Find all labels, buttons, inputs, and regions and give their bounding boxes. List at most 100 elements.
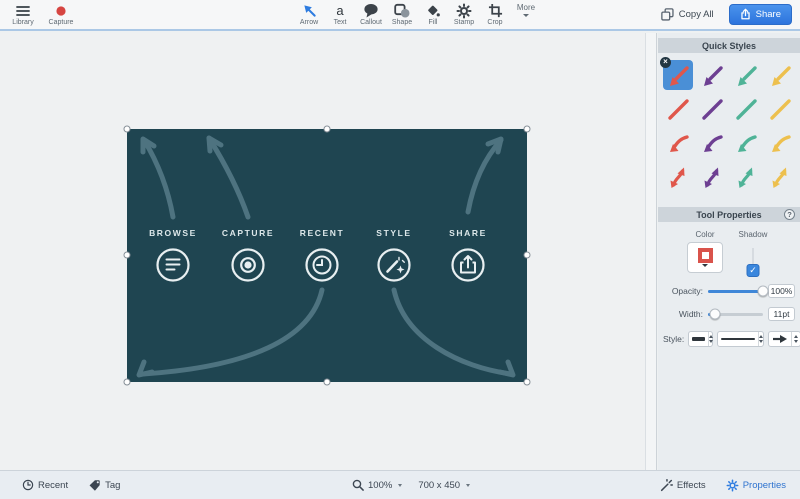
callout-tool-icon xyxy=(363,3,379,18)
capture-button[interactable]: Capture xyxy=(48,3,74,26)
status-bar: Recent Tag 100% 700 x 450 Effects xyxy=(0,470,800,499)
copy-all-button[interactable]: Copy All xyxy=(661,8,714,21)
crop-tool-icon xyxy=(488,3,503,18)
opacity-slider[interactable] xyxy=(708,290,763,293)
recent-button[interactable]: Recent xyxy=(22,479,68,491)
tool-properties-header: Tool Properties ? xyxy=(658,207,800,222)
tag-button[interactable]: Tag xyxy=(88,479,120,492)
library-button[interactable]: Library xyxy=(10,3,36,26)
tool-callout-button[interactable]: Callout xyxy=(358,3,384,26)
selection-handle-n[interactable] xyxy=(324,126,331,133)
properties-button[interactable]: Properties xyxy=(726,479,786,492)
quick-style-red-line[interactable] xyxy=(663,94,693,124)
quick-style-yellow-bent-arrow[interactable] xyxy=(765,128,795,158)
quick-style-red-bent-arrow[interactable] xyxy=(663,128,693,158)
tool-label: Text xyxy=(334,19,347,26)
share-icon xyxy=(740,8,751,20)
share-button[interactable]: Share xyxy=(729,4,792,25)
width-slider[interactable] xyxy=(708,313,763,316)
solid-dash-preview xyxy=(692,337,705,341)
image-label-share: SHARE xyxy=(420,228,516,238)
right-sidebar: Quick Styles × xyxy=(658,33,800,470)
arrow-end-preview xyxy=(772,334,788,344)
shape-tool-icon xyxy=(394,3,410,18)
tool-crop-button[interactable]: Crop xyxy=(482,3,508,26)
quick-style-teal-double-arrow[interactable] xyxy=(731,162,761,192)
tool-label: Shape xyxy=(392,19,412,26)
image-dimensions-control[interactable]: 700 x 450 xyxy=(418,480,470,491)
quick-style-yellow-double-arrow[interactable] xyxy=(765,162,795,192)
remove-style-icon[interactable]: × xyxy=(660,57,671,68)
effects-button[interactable]: Effects xyxy=(660,479,706,492)
shadow-checkbox[interactable]: ✓ xyxy=(747,264,760,277)
quick-style-purple-solid-arrow[interactable] xyxy=(697,60,727,90)
line-dash-style-select[interactable] xyxy=(688,331,713,347)
tool-arrow-button[interactable]: Arrow xyxy=(296,3,322,26)
tool-label: Arrow xyxy=(300,19,318,26)
quick-style-purple-double-arrow[interactable] xyxy=(697,162,727,192)
quick-style-purple-line[interactable] xyxy=(697,94,727,124)
quick-style-yellow-solid-arrow[interactable] xyxy=(765,60,795,90)
line-style-select[interactable] xyxy=(717,331,764,347)
quick-style-purple-bent-arrow[interactable] xyxy=(697,128,727,158)
tool-text-button[interactable]: a Text xyxy=(327,3,353,26)
tool-label: Crop xyxy=(487,19,502,26)
quick-style-teal-solid-arrow[interactable] xyxy=(731,60,761,90)
current-color-square xyxy=(698,248,713,263)
quick-style-red-solid-arrow[interactable]: × xyxy=(663,60,693,90)
share-label: Share xyxy=(756,9,781,20)
captured-image[interactable]: BROWSE CAPTURE RECENT STYLE SHARE xyxy=(127,129,527,382)
opacity-slider-handle[interactable] xyxy=(758,286,769,297)
recent-label: Recent xyxy=(38,480,68,491)
tool-shape-button[interactable]: Shape xyxy=(389,3,415,26)
selection-handle-s[interactable] xyxy=(324,379,331,386)
quick-style-red-double-arrow[interactable] xyxy=(663,162,693,192)
selection-handle-w[interactable] xyxy=(124,252,131,259)
tool-properties-title: Tool Properties xyxy=(696,210,761,220)
gear-icon xyxy=(726,479,739,492)
selection-handle-nw[interactable] xyxy=(124,126,131,133)
shadow-picker-button[interactable]: ✓ xyxy=(735,242,771,273)
quick-style-teal-bent-arrow[interactable] xyxy=(731,128,761,158)
image-artwork xyxy=(127,129,527,382)
more-tools-button[interactable]: More xyxy=(513,3,539,26)
color-label: Color xyxy=(695,230,714,239)
color-swatch-button[interactable] xyxy=(687,242,723,273)
opacity-value-field[interactable]: 100% xyxy=(768,284,795,298)
capture-label: Capture xyxy=(49,19,74,26)
canvas-scrollbar[interactable] xyxy=(645,33,657,470)
library-label: Library xyxy=(12,19,33,26)
quick-style-yellow-line[interactable] xyxy=(765,94,795,124)
width-slider-handle[interactable] xyxy=(709,309,720,320)
width-label: Width: xyxy=(663,309,703,319)
selection-handle-sw[interactable] xyxy=(124,379,131,386)
selection-handle-e[interactable] xyxy=(524,252,531,259)
help-icon[interactable]: ? xyxy=(784,209,795,220)
canvas-area[interactable]: BROWSE CAPTURE RECENT STYLE SHARE xyxy=(0,33,645,470)
tool-label: Callout xyxy=(360,19,382,26)
copy-icon xyxy=(661,8,674,21)
stepper-icon xyxy=(791,332,800,346)
quick-style-teal-line[interactable] xyxy=(731,94,761,124)
tool-label: Fill xyxy=(429,19,438,26)
width-value-field[interactable]: 11pt xyxy=(768,307,795,321)
arrow-end-style-select[interactable] xyxy=(768,331,800,347)
magnifier-icon xyxy=(352,479,364,491)
tag-icon xyxy=(88,479,101,492)
snagit-editor-window: Library Capture Arrow a Text xyxy=(0,0,800,499)
zoom-control[interactable]: 100% xyxy=(352,479,402,491)
selection-handle-se[interactable] xyxy=(524,379,531,386)
selection-handle-ne[interactable] xyxy=(524,126,531,133)
top-toolbar: Library Capture Arrow a Text xyxy=(0,0,800,31)
effects-wand-icon xyxy=(660,479,673,492)
line-preview xyxy=(721,338,755,340)
workspace: BROWSE CAPTURE RECENT STYLE SHARE Quick … xyxy=(0,33,800,470)
copy-all-label: Copy All xyxy=(679,9,714,20)
arrow-tool-icon xyxy=(302,3,317,18)
chevron-down-icon xyxy=(523,14,529,17)
opacity-label: Opacity: xyxy=(663,286,703,296)
style-label: Style: xyxy=(663,334,684,344)
tool-stamp-button[interactable]: Stamp xyxy=(451,3,477,26)
tool-fill-button[interactable]: Fill xyxy=(420,3,446,26)
opacity-slider-fill xyxy=(708,290,763,293)
